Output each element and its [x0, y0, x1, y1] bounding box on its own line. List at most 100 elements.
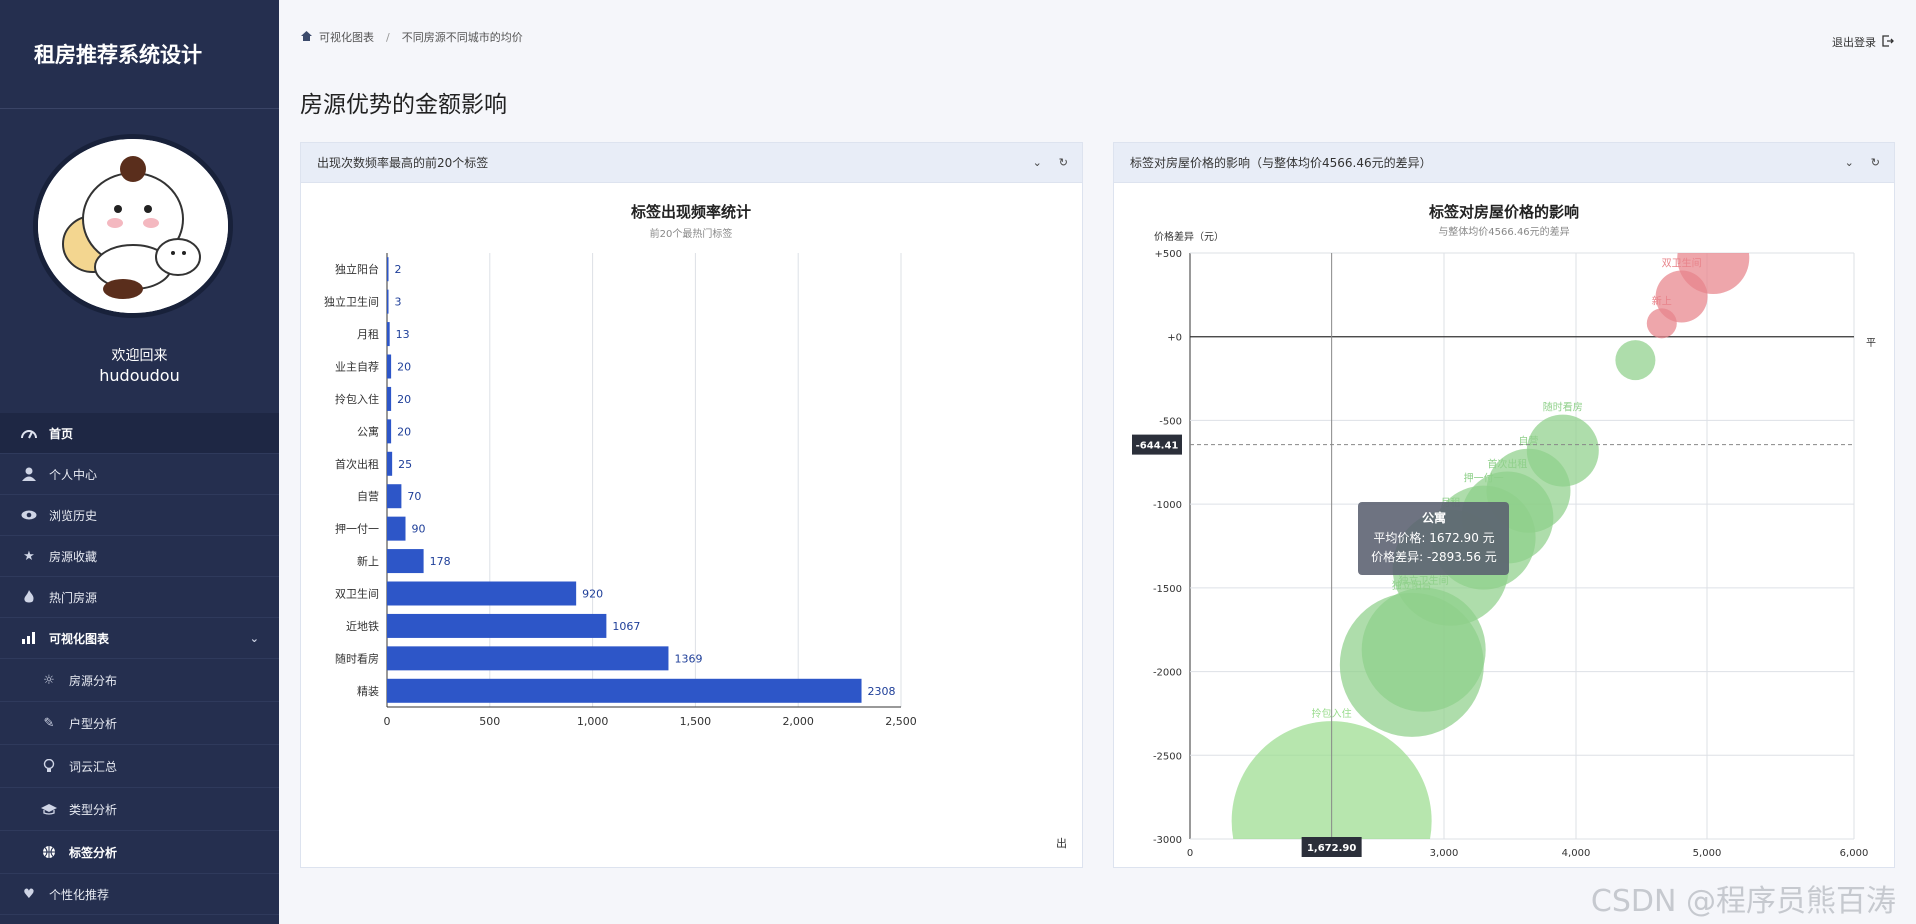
topbar: 可视化图表 / 不同房源不同城市的均价 退出登录: [279, 0, 1916, 74]
welcome-text: 欢迎回来: [111, 348, 168, 364]
logout-button[interactable]: 退出登录: [1832, 34, 1894, 50]
data-label: 20: [397, 425, 411, 438]
x-tick-label: 4,000: [1562, 848, 1591, 859]
bar[interactable]: [387, 581, 577, 606]
sidebar-item-label: 个性化推荐: [49, 887, 110, 902]
x-tick-label: 2,000: [782, 715, 814, 728]
sun-icon: ☼: [43, 672, 55, 688]
bar[interactable]: [387, 646, 669, 671]
eye-icon: [20, 510, 38, 520]
bar[interactable]: [387, 419, 392, 444]
bar-chart-icon: [20, 632, 38, 644]
panel-title: 标签对房屋价格的影响（与整体均价4566.46元的差异）: [1130, 156, 1432, 170]
bubble-label: 首次出租: [1487, 458, 1527, 471]
sidebar-item-type-analysis[interactable]: 类型分析: [0, 788, 279, 831]
watermark: CSDN @程序员熊百涛: [1590, 884, 1896, 919]
bar[interactable]: [387, 289, 389, 314]
bubble[interactable]: [1615, 340, 1656, 381]
sidebar-menu: 首页 个人中心 浏览历史 ★ 房源收藏 热门房源 可视化图表 ⌄ ☼ 房源分布 …: [0, 413, 279, 915]
tooltip-title: 公寓: [1422, 510, 1446, 525]
bubble-label: 自营: [1518, 435, 1538, 448]
breadcrumb-link[interactable]: 可视化图表: [319, 29, 374, 45]
sidebar-item-charts[interactable]: 可视化图表 ⌄: [0, 618, 279, 659]
data-label: 2: [395, 263, 402, 276]
sidebar-item-hot[interactable]: 热门房源: [0, 577, 279, 618]
sidebar-item-history[interactable]: 浏览历史: [0, 495, 279, 536]
y-tick-label: 新上: [357, 554, 379, 568]
bar[interactable]: [387, 257, 389, 282]
fire-icon: [20, 590, 38, 604]
bar[interactable]: [387, 613, 607, 638]
sidebar: 租房推荐系统设计 欢迎回来 hudoudou 首页 个人中心 浏览历史 ★ 房源…: [0, 0, 279, 924]
avatar-illustration: [38, 139, 228, 313]
bar[interactable]: [387, 549, 424, 574]
heart-icon: ♥: [23, 886, 35, 902]
sidebar-item-favorites[interactable]: ★ 房源收藏: [0, 536, 279, 577]
tooltip-diff: 价格差异: -2893.56 元: [1371, 549, 1497, 564]
bar[interactable]: [387, 516, 406, 541]
breadcrumb-current: 不同房源不同城市的均价: [401, 31, 523, 44]
sidebar-item-label: 词云汇总: [69, 759, 118, 774]
chevron-down-icon: ⌄: [249, 631, 259, 645]
bar[interactable]: [387, 386, 392, 411]
sidebar-item-label: 首页: [49, 426, 74, 441]
home-icon[interactable]: [301, 30, 312, 44]
data-label: 920: [582, 588, 603, 601]
bubble[interactable]: [1339, 592, 1484, 737]
bar[interactable]: [387, 322, 390, 347]
x-tick-label: 500: [479, 715, 500, 728]
sidebar-item-distribution[interactable]: ☼ 房源分布: [0, 659, 279, 702]
panel-header: 出现次数频率最高的前20个标签 ⌄ ↻: [301, 143, 1082, 183]
brush-icon: ✎: [43, 715, 55, 731]
page-title: 房源优势的金额影响: [300, 92, 507, 118]
sidebar-item-label: 房源分布: [69, 673, 118, 688]
bubble-label: 押一付一: [1464, 472, 1504, 485]
sidebar-item-layout-analysis[interactable]: ✎ 户型分析: [0, 702, 279, 745]
sidebar-item-recommend[interactable]: ♥ 个性化推荐: [0, 874, 279, 915]
sidebar-item-wordcloud[interactable]: 词云汇总: [0, 745, 279, 788]
bubble-label: 双卫生间: [1662, 257, 1702, 270]
y-tick-label: 拎包入住: [335, 392, 379, 406]
y-tick-label: 独立阳台: [335, 262, 379, 276]
y-tick-label: 近地铁: [346, 620, 379, 633]
bubble[interactable]: [1646, 308, 1677, 339]
bar[interactable]: [387, 678, 862, 703]
bar[interactable]: [387, 354, 392, 379]
bubble-label: 近地铁: [1698, 208, 1728, 221]
data-label: 13: [396, 328, 410, 341]
bubble-label: 独立阳台: [1392, 579, 1432, 592]
star-icon: ★: [23, 548, 35, 564]
breadcrumb-separator: /: [386, 30, 390, 44]
x-tick-label: 3,000: [1430, 848, 1459, 859]
tooltip-avg: 平均价格: 1672.90 元: [1373, 530, 1494, 545]
chart-subtitle: 前20个最热门标签: [650, 227, 733, 240]
y-tick-label: 随时看房: [335, 651, 379, 665]
y-tick-label: 独立卫生间: [324, 295, 379, 309]
panel-title: 出现次数频率最高的前20个标签: [317, 156, 489, 170]
panel-tools: ⌄ ↻: [1033, 156, 1068, 169]
sidebar-item-profile[interactable]: 个人中心: [0, 454, 279, 495]
bubble-chart: 标签对房屋价格的影响 与整体均价4566.46元的差异 价格差异（元） 平 0 3…: [1132, 203, 1876, 859]
chart-title: 标签出现频率统计: [630, 203, 751, 221]
sidebar-item-tag-analysis[interactable]: 标签分析: [0, 831, 279, 874]
y-tick-label: -3000: [1153, 835, 1182, 846]
y-tick-label: -500: [1159, 416, 1182, 427]
bar[interactable]: [387, 451, 393, 476]
sidebar-item-label: 房源收藏: [49, 549, 98, 564]
refresh-icon[interactable]: ↻: [1059, 156, 1068, 169]
y-tick-label: +500: [1155, 249, 1182, 260]
sidebar-item-label: 户型分析: [69, 716, 118, 731]
y-axis-label: 价格差异（元）: [1154, 230, 1224, 243]
collapse-icon[interactable]: ⌄: [1845, 156, 1854, 169]
refresh-icon[interactable]: ↻: [1871, 156, 1880, 169]
sign-out-icon: [1882, 34, 1894, 50]
y-tick-label: -2000: [1153, 668, 1182, 679]
lightbulb-icon: [40, 759, 58, 773]
tooltip: 公寓平均价格: 1672.90 元价格差异: -2893.56 元: [1358, 502, 1509, 575]
data-label: 20: [397, 393, 411, 406]
bar[interactable]: [387, 484, 402, 509]
graduation-cap-icon: [40, 803, 58, 815]
collapse-icon[interactable]: ⌄: [1033, 156, 1042, 169]
logout-label: 退出登录: [1832, 36, 1876, 49]
sidebar-item-home[interactable]: 首页: [0, 413, 279, 454]
